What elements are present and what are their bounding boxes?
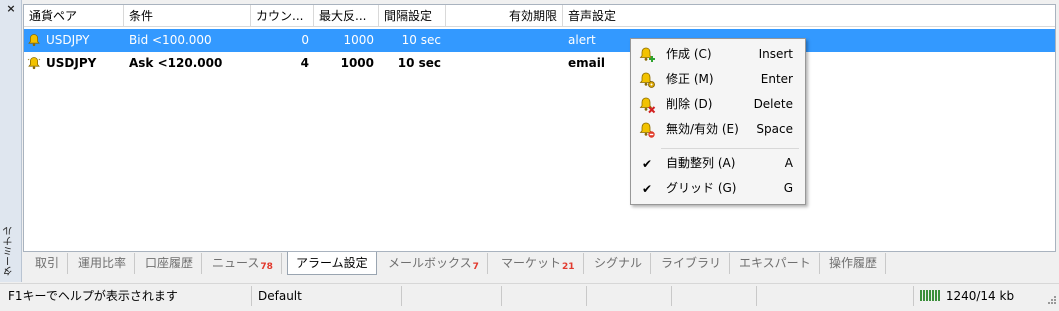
cell-symbol: USDJPY — [46, 33, 90, 47]
cell-expiry — [446, 29, 563, 52]
menu-label: 無効/有効 (E) — [666, 122, 739, 136]
cell-condition: Ask <120.000 — [129, 56, 223, 70]
header-max[interactable]: 最大反... — [314, 5, 379, 27]
tab-trade[interactable]: 取引 — [27, 253, 69, 274]
cell-symbol: USDJPY — [46, 56, 97, 70]
cell-interval: 10 sec — [401, 33, 441, 47]
resize-grip-icon[interactable] — [1047, 295, 1057, 305]
tab-signals[interactable]: シグナル — [586, 253, 652, 274]
tab-label: ニュース — [212, 256, 260, 270]
news-count-badge: 78 — [260, 262, 273, 272]
table-row[interactable]: USDJPY Bid <100.000 0 1000 10 sec alert — [24, 29, 1055, 52]
header-counter[interactable]: カウン... — [251, 5, 314, 27]
cell-max: 1000 — [343, 33, 374, 47]
menu-item-delete[interactable]: 削除 (D) Delete — [633, 92, 803, 117]
menu-separator — [661, 148, 799, 149]
tab-label: 操作履歴 — [829, 256, 878, 270]
menu-item-grid[interactable]: ✔ グリッド (G) G — [633, 176, 803, 201]
tab-exposure[interactable]: 運用比率 — [70, 253, 136, 274]
tab-label: エキスパート — [739, 256, 811, 270]
menu-label: 削除 (D) — [666, 97, 713, 111]
bell-add-icon — [639, 47, 655, 62]
bell-disable-icon — [639, 122, 655, 138]
cell-condition: Bid <100.000 — [129, 33, 212, 47]
header-interval[interactable]: 間隔設定 — [379, 5, 446, 27]
menu-item-auto-arrange[interactable]: ✔ 自動整列 (A) A — [633, 151, 803, 176]
bell-delete-icon — [639, 97, 656, 114]
header-sound[interactable]: 音声設定 — [563, 5, 663, 27]
menu-shortcut: Delete — [753, 97, 793, 111]
menu-label: 修正 (M) — [666, 72, 714, 86]
terminal-title: ターミナル — [4, 226, 15, 276]
cell-interval: 10 sec — [397, 56, 441, 70]
tab-account-history[interactable]: 口座履歴 — [137, 253, 203, 274]
tab-market[interactable]: マーケット21 — [493, 253, 584, 274]
status-seg — [587, 286, 672, 306]
tab-library[interactable]: ライブラリ — [653, 253, 731, 274]
tab-mailbox[interactable]: メールボックス7 — [380, 253, 488, 274]
cell-count: 0 — [301, 33, 309, 47]
status-seg — [402, 286, 502, 306]
mailbox-count-badge: 7 — [472, 262, 479, 272]
menu-label: 自動整列 (A) — [666, 156, 736, 170]
menu-label: グリッド (G) — [666, 181, 737, 195]
tab-label: アラーム設定 — [296, 256, 368, 270]
header-expiry[interactable]: 有効期限 — [446, 5, 563, 27]
menu-shortcut: A — [784, 156, 793, 170]
tab-label: マーケット — [501, 256, 562, 270]
bell-edit-icon — [639, 72, 655, 88]
cell-max: 1000 — [340, 56, 374, 70]
menu-shortcut: G — [783, 181, 793, 195]
menu-shortcut: Insert — [758, 47, 793, 61]
menu-item-toggle[interactable]: 無効/有効 (E) Space — [633, 117, 803, 142]
status-seg — [502, 286, 587, 306]
status-bar: F1キーでヘルプが表示されます Default 1240/14 kb — [0, 283, 1059, 307]
market-count-badge: 21 — [562, 262, 575, 272]
status-profile: Default — [252, 286, 402, 306]
table-row[interactable]: USDJPY Ask <120.000 4 1000 10 sec email — [24, 52, 1055, 75]
cell-count: 4 — [300, 56, 309, 70]
menu-shortcut: Space — [756, 122, 793, 136]
menu-shortcut: Enter — [760, 72, 793, 86]
tab-journal[interactable]: 操作履歴 — [821, 253, 887, 274]
tab-label: ライブラリ — [661, 256, 722, 270]
bell-icon — [28, 34, 40, 47]
connection-bars-icon — [920, 290, 940, 301]
terminal-side-strip: × ターミナル — [0, 0, 22, 282]
tab-label: 運用比率 — [78, 256, 127, 270]
tab-experts[interactable]: エキスパート — [731, 253, 820, 274]
bell-ringing-icon — [27, 57, 41, 70]
status-connection: 1240/14 kb — [914, 286, 1044, 306]
terminal-tabs: 取引 運用比率 口座履歴 ニュース78 アラーム設定 メールボックス7 マーケッ… — [23, 252, 1056, 275]
header-symbol[interactable]: 通貨ペア — [24, 5, 124, 27]
status-seg — [757, 286, 914, 306]
tab-news[interactable]: ニュース78 — [204, 253, 282, 274]
traffic-text: 1240/14 kb — [945, 289, 1015, 303]
status-seg — [672, 286, 757, 306]
tab-alerts[interactable]: アラーム設定 — [287, 252, 377, 275]
menu-item-modify[interactable]: 修正 (M) Enter — [633, 67, 803, 92]
tab-label: 口座履歴 — [145, 256, 194, 270]
check-icon: ✔ — [641, 157, 653, 171]
menu-label: 作成 (C) — [666, 47, 712, 61]
status-help: F1キーでヘルプが表示されます — [2, 286, 252, 306]
table-header: 通貨ペア 条件 カウン... 最大反... 間隔設定 有効期限 音声設定 — [24, 5, 1055, 27]
alarm-table: 通貨ペア 条件 カウン... 最大反... 間隔設定 有効期限 音声設定 USD… — [23, 4, 1056, 252]
cell-expiry — [446, 52, 563, 75]
check-icon: ✔ — [641, 182, 653, 196]
header-condition[interactable]: 条件 — [124, 5, 251, 27]
tab-label: メールボックス — [388, 256, 472, 270]
close-icon[interactable]: × — [5, 3, 17, 15]
tab-label: シグナル — [594, 256, 643, 270]
context-menu: 作成 (C) Insert 修正 (M) Enter 削除 (D) Delete… — [630, 38, 806, 205]
menu-item-create[interactable]: 作成 (C) Insert — [633, 42, 803, 67]
tab-label: 取引 — [35, 256, 60, 270]
